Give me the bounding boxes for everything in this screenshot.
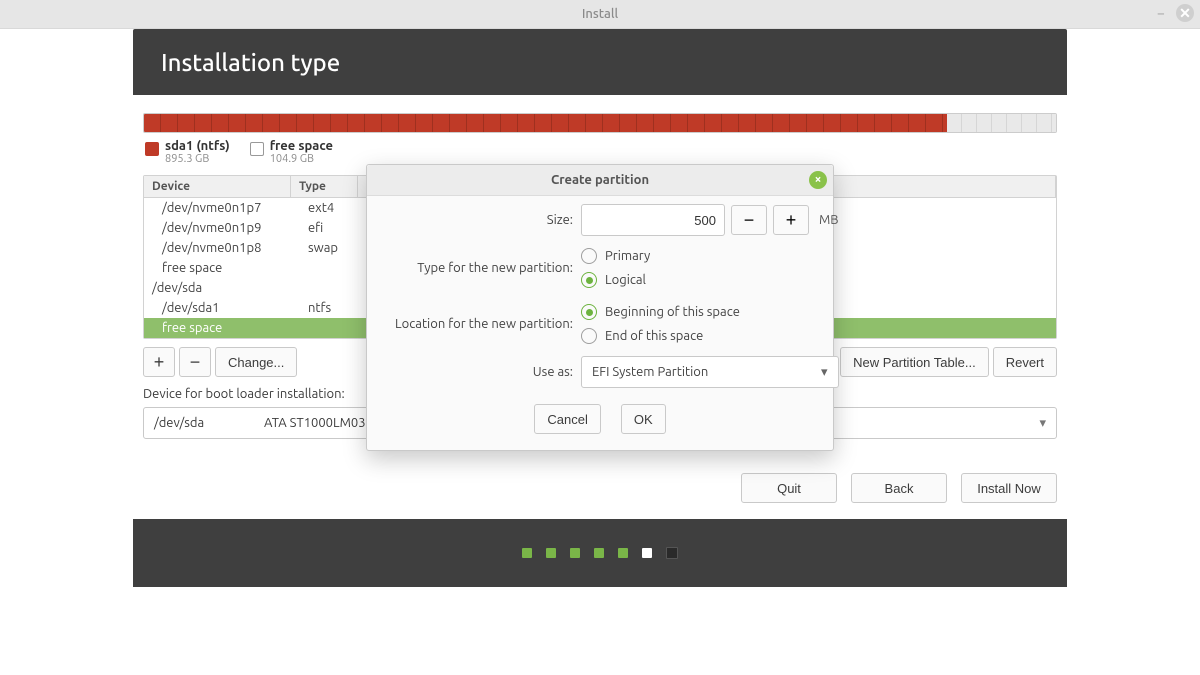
radio-icon: [581, 328, 597, 344]
cell-type: ntfs: [300, 298, 366, 318]
ok-button[interactable]: OK: [621, 404, 666, 434]
radio-icon: [581, 304, 597, 320]
change-partition-button[interactable]: Change...: [215, 347, 297, 377]
step-dot: [666, 547, 678, 559]
cell-type: ext4: [300, 198, 366, 218]
radio-icon: [581, 272, 597, 288]
dialog-title: Create partition: [551, 173, 649, 187]
new-partition-table-button[interactable]: New Partition Table...: [840, 347, 989, 377]
cell-device: /dev/nvme0n1p7: [144, 198, 300, 218]
step-dot: [594, 548, 604, 558]
wizard-step-indicator: [133, 519, 1067, 587]
create-partition-dialog: Create partition × Size: − + MB Type for…: [366, 164, 834, 451]
use-as-label: Use as:: [381, 365, 581, 379]
quit-button[interactable]: Quit: [741, 473, 837, 503]
legend-free: free space 104.9 GB: [250, 139, 333, 165]
window-titlebar: Install − ✕: [0, 0, 1200, 29]
cell-type: [290, 278, 356, 298]
step-dot: [570, 548, 580, 558]
step-dot: [522, 548, 532, 558]
window-close-icon[interactable]: ✕: [1176, 4, 1194, 22]
radio-location-end[interactable]: End of this space: [581, 328, 839, 344]
window-title: Install: [582, 7, 618, 21]
size-unit: MB: [815, 213, 839, 227]
square-icon: [145, 142, 159, 156]
cell-type: swap: [300, 238, 366, 258]
cell-device: /dev/sda1: [144, 298, 300, 318]
size-decrement-button[interactable]: −: [731, 205, 767, 235]
cell-device: /dev/nvme0n1p8: [144, 238, 300, 258]
radio-logical[interactable]: Logical: [581, 272, 839, 288]
cell-device: free space: [144, 258, 300, 278]
cell-device: /dev/nvme0n1p9: [144, 218, 300, 238]
partition-type-label: Type for the new partition:: [381, 261, 581, 275]
disk-usage-used-segment: [144, 114, 947, 132]
use-as-select[interactable]: EFI System Partition ▾: [581, 356, 839, 388]
radio-primary[interactable]: Primary: [581, 248, 839, 264]
close-icon[interactable]: ×: [809, 171, 827, 189]
step-dot-current: [642, 548, 652, 558]
back-button[interactable]: Back: [851, 473, 947, 503]
step-dot: [546, 548, 556, 558]
legend-used: sda1 (ntfs) 895.3 GB: [145, 139, 230, 165]
revert-button[interactable]: Revert: [993, 347, 1057, 377]
square-icon: [250, 142, 264, 156]
chevron-down-icon: ▾: [821, 365, 828, 380]
cell-device: /dev/sda: [144, 278, 290, 298]
radio-icon: [581, 248, 597, 264]
page-title: Installation type: [161, 49, 340, 76]
partition-location-label: Location for the new partition:: [381, 317, 581, 331]
size-increment-button[interactable]: +: [773, 205, 809, 235]
cell-type: [300, 318, 366, 338]
radio-location-begin[interactable]: Beginning of this space: [581, 304, 839, 320]
size-label: Size:: [381, 213, 581, 227]
col-type[interactable]: Type: [291, 176, 358, 197]
col-device[interactable]: Device: [144, 176, 291, 197]
cell-device: free space: [144, 318, 300, 338]
disk-usage-bar: sda1 (ntfs) 895.3 GB free space 104.9 GB: [133, 95, 1067, 169]
install-button[interactable]: Install Now: [961, 473, 1057, 503]
cancel-button[interactable]: Cancel: [534, 404, 600, 434]
cell-type: efi: [300, 218, 366, 238]
installer-header: Installation type: [133, 29, 1067, 95]
cell-type: [300, 258, 366, 278]
size-input[interactable]: [581, 204, 725, 236]
disk-usage-free-segment: [947, 114, 1056, 132]
remove-partition-button[interactable]: −: [179, 347, 211, 377]
chevron-down-icon: ▾: [1039, 416, 1046, 431]
step-dot: [618, 548, 628, 558]
add-partition-button[interactable]: +: [143, 347, 175, 377]
window-minimize-icon[interactable]: −: [1152, 4, 1170, 22]
